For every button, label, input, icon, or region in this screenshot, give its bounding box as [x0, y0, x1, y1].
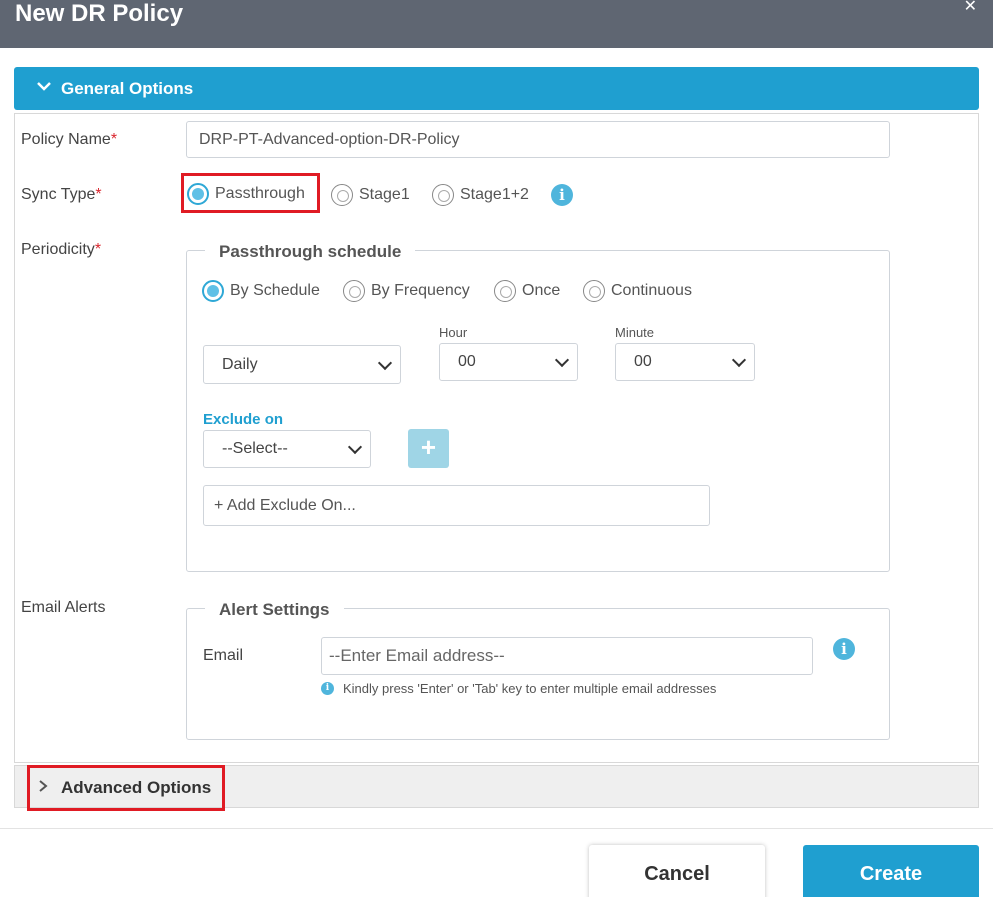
email-input[interactable]: --Enter Email address--	[321, 637, 813, 675]
exclude-on-label: Exclude on	[203, 411, 284, 428]
general-options-header[interactable]: General Options	[14, 67, 979, 110]
exclude-on-placeholder: + Add Exclude On...	[214, 496, 356, 514]
chevron-down-icon	[377, 355, 393, 370]
sync-type-label: Sync Type*	[21, 186, 102, 204]
periodicity-label: Periodicity*	[21, 241, 101, 259]
minute-value: 00	[634, 353, 652, 370]
hour-value: 00	[458, 353, 476, 370]
radio-dot	[331, 184, 353, 206]
create-button[interactable]: Create	[803, 845, 979, 897]
cancel-button[interactable]: Cancel	[589, 845, 765, 897]
radio-continuous[interactable]: Continuous	[583, 280, 692, 302]
chevron-down-icon	[731, 352, 747, 368]
required-mark: *	[94, 241, 102, 258]
minute-label: Minute	[615, 325, 655, 340]
radio-dot	[583, 280, 605, 302]
info-icon: i	[321, 682, 334, 695]
highlight-box-passthrough	[181, 173, 320, 213]
sync-type-label-text: Sync Type	[21, 186, 96, 203]
info-icon[interactable]: i	[833, 638, 855, 660]
exclude-on-input[interactable]: + Add Exclude On...	[203, 485, 710, 526]
info-icon[interactable]: i	[551, 184, 573, 206]
radio-by-frequency-label: By Frequency	[371, 282, 470, 299]
email-hint-text: Kindly press 'Enter' or 'Tab' key to ent…	[343, 681, 717, 696]
highlight-box-advanced	[27, 765, 225, 811]
radio-once-label: Once	[522, 282, 561, 299]
chevron-down-icon	[554, 352, 570, 368]
radio-dot	[343, 280, 365, 302]
radio-once[interactable]: Once	[494, 280, 560, 302]
email-label: Email	[203, 647, 244, 664]
hour-select[interactable]: 00	[439, 343, 578, 381]
chevron-down-icon	[347, 439, 363, 455]
footer-divider	[0, 828, 993, 829]
alert-settings-legend: Alert Settings	[205, 600, 344, 620]
dialog-titlebar: New DR Policy ✕	[0, 0, 993, 48]
chevron-down-icon	[37, 82, 51, 91]
close-icon[interactable]: ✕	[964, 0, 977, 15]
interval-value: Daily	[222, 355, 258, 373]
exclude-select[interactable]: --Select--	[203, 430, 371, 468]
policy-name-label-text: Policy Name	[21, 131, 111, 148]
radio-dot	[202, 280, 224, 302]
radio-by-schedule-label: By Schedule	[230, 282, 320, 299]
hour-label: Hour	[439, 325, 468, 340]
passthrough-schedule-legend: Passthrough schedule	[205, 242, 416, 262]
email-hint: i Kindly press 'Enter' or 'Tab' key to en…	[321, 681, 716, 696]
radio-stage1-2[interactable]: Stage1+2	[432, 184, 529, 206]
radio-stage1[interactable]: Stage1	[331, 184, 410, 206]
required-mark: *	[95, 186, 102, 203]
email-alerts-label: Email Alerts	[21, 599, 106, 616]
radio-by-schedule[interactable]: By Schedule	[202, 280, 320, 302]
policy-name-label: Policy Name*	[21, 131, 117, 149]
minute-select[interactable]: 00	[615, 343, 755, 381]
radio-continuous-label: Continuous	[611, 282, 692, 299]
add-exclude-button[interactable]: +	[408, 429, 449, 468]
exclude-select-value: --Select--	[222, 440, 288, 457]
radio-stage1-2-label: Stage1+2	[460, 186, 529, 203]
policy-name-input[interactable]: DRP-PT-Advanced-option-DR-Policy	[186, 121, 890, 158]
interval-select[interactable]: Daily	[203, 345, 401, 384]
radio-dot	[494, 280, 516, 302]
policy-name-value: DRP-PT-Advanced-option-DR-Policy	[199, 130, 460, 148]
dialog-title: New DR Policy	[15, 0, 184, 27]
general-options-label: General Options	[61, 79, 194, 98]
periodicity-label-text: Periodicity	[21, 241, 95, 258]
email-placeholder: --Enter Email address--	[329, 646, 505, 665]
radio-by-frequency[interactable]: By Frequency	[343, 280, 470, 302]
required-mark: *	[110, 131, 118, 148]
radio-stage1-label: Stage1	[359, 186, 410, 203]
radio-dot	[432, 184, 454, 206]
